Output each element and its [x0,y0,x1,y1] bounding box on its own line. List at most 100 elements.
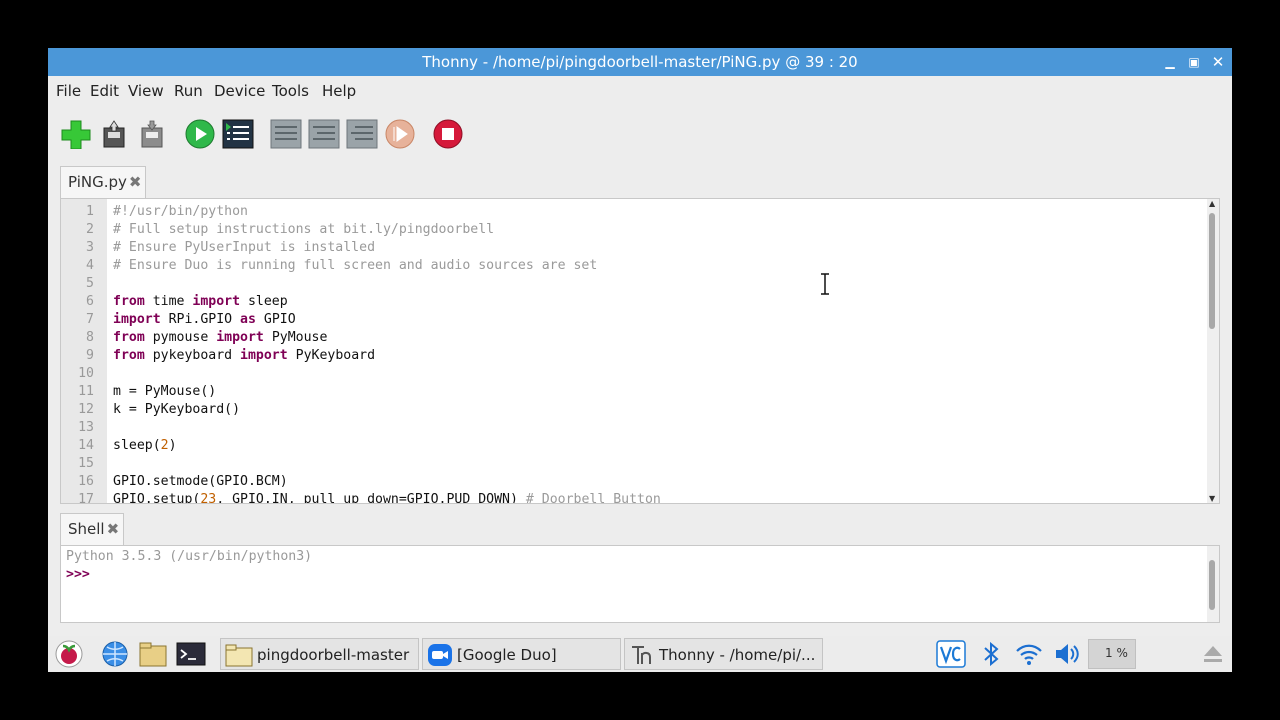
code-line[interactable]: # Ensure Duo is running full screen and … [113,257,597,275]
close-tab-icon[interactable]: ✖ [129,173,142,191]
code-text: GPIO.setup( [113,492,201,504]
save-file-icon[interactable] [136,119,168,149]
run-icon[interactable] [184,119,216,149]
code-keyword: import [192,294,241,309]
folder-icon [225,644,253,667]
code-line[interactable]: from time import sleep [113,293,288,311]
menu-bar: File Edit View Run Device Tools Help [48,76,1232,106]
line-number: 13 [78,420,94,435]
code-text: RPi.GPIO [160,312,241,327]
new-file-icon[interactable] [60,119,92,149]
shell-scrollbar[interactable] [1207,546,1219,622]
scroll-up-icon[interactable]: ▲ [1209,199,1215,208]
line-number: 2 [86,222,94,237]
code-comment: # Ensure Duo is running full screen and … [113,258,598,273]
code-line[interactable]: #!/usr/bin/python [113,203,248,221]
step-into-icon[interactable] [308,119,340,149]
code-keyword: import [113,312,161,327]
editor-scroll-thumb[interactable] [1209,213,1215,329]
code-editor[interactable]: 1 2 3 4 5 6 7 8 9 10 11 12 13 14 15 16 17 #!/usr/bin/pyt… [60,198,1220,504]
line-number: 1 [86,204,94,219]
code-comment: # Full setup instructions at bit.ly/ping… [113,222,495,237]
line-number: 15 [78,456,94,471]
step-out-icon[interactable] [346,119,378,149]
code-text: , GPIO.IN, pull_up_down=GPIO.PUD_DOWN) [216,492,526,504]
menu-tools[interactable]: Tools [272,82,309,100]
code-number: 2 [160,438,169,453]
code-keyword: from [113,348,145,363]
bluetooth-icon[interactable] [976,640,1006,668]
thonny-window: Thonny - /home/pi/pingdoorbell-master/Pi… [48,48,1232,636]
taskbar-window-label: Thonny - /home/pi/... [659,646,816,664]
stop-icon[interactable] [432,119,464,149]
code-line[interactable]: GPIO.setmode(GPIO.BCM) [113,473,288,491]
code-keyword: from [113,330,145,345]
resume-icon[interactable] [384,119,416,149]
raspberry-menu-icon[interactable] [54,640,84,668]
code-line[interactable]: import RPi.GPIO as GPIO [113,311,296,329]
code-comment: #!/usr/bin/python [113,204,248,219]
line-number: 14 [78,438,94,453]
cpu-monitor-icon[interactable]: 1 % [1088,639,1136,669]
step-over-icon[interactable] [270,119,302,149]
code-line[interactable]: sleep(2) [113,437,177,455]
menu-run[interactable]: Run [174,82,203,100]
file-manager-icon[interactable] [138,640,168,668]
code-text: ) [168,438,177,453]
code-line[interactable]: k = PyKeyboard() [113,401,240,419]
line-number: 16 [78,474,94,489]
code-line[interactable]: m = PyMouse() [113,383,216,401]
title-bar[interactable]: Thonny - /home/pi/pingdoorbell-master/Pi… [48,48,1232,76]
code-text: PyKeyboard [287,348,376,363]
duo-icon [428,644,452,666]
maximize-icon[interactable]: ▣ [1184,48,1204,76]
code-line[interactable]: from pykeyboard import PyKeyboard [113,347,375,365]
open-file-icon[interactable] [98,119,130,149]
code-line[interactable]: from pymouse import PyMouse [113,329,327,347]
tab-ping-py[interactable]: PiNG.py ✖ [60,166,146,198]
taskbar-window-pingdoorbell[interactable]: pingdoorbell-master [220,638,419,670]
eject-icon[interactable] [1198,640,1228,668]
scroll-down-icon[interactable]: ▼ [1209,494,1215,503]
web-browser-icon[interactable] [100,640,130,668]
volume-icon[interactable] [1052,640,1082,668]
wifi-icon[interactable] [1014,640,1044,668]
shell-tab-label: Shell [68,520,105,538]
close-shell-icon[interactable]: ✖ [107,520,120,538]
editor-scrollbar[interactable]: ▲ ▼ [1207,199,1219,503]
line-number: 5 [86,276,94,291]
vnc-icon[interactable] [936,640,966,668]
code-text: pykeyboard [144,348,241,363]
code-keyword: import [216,330,264,345]
toolbar [48,108,1232,160]
menu-help[interactable]: Help [322,82,356,100]
shell-prompt[interactable]: >>> [66,566,90,584]
line-number: 10 [78,366,94,381]
code-line[interactable]: GPIO.setup(23, GPIO.IN, pull_up_down=GPI… [113,491,661,504]
code-number: 23 [200,492,217,504]
code-text: GPIO.setmode(GPIO.BCM) [113,474,288,489]
minimize-icon[interactable]: ▁ [1160,48,1180,76]
taskbar: pingdoorbell-master [Google Duo] Thonny … [48,636,1232,672]
tab-shell[interactable]: Shell ✖ [60,513,124,545]
taskbar-window-thonny[interactable]: Thonny - /home/pi/... [624,638,823,670]
menu-edit[interactable]: Edit [90,82,119,100]
line-number: 7 [86,312,94,327]
close-icon[interactable]: ✕ [1208,48,1228,76]
menu-view[interactable]: View [128,82,164,100]
code-text: PyMouse [263,330,328,345]
code-line[interactable]: # Full setup instructions at bit.ly/ping… [113,221,494,239]
menu-file[interactable]: File [56,82,81,100]
terminal-icon[interactable] [176,640,206,668]
code-line[interactable]: # Ensure PyUserInput is installed [113,239,375,257]
line-number: 8 [86,330,94,345]
taskbar-window-duo[interactable]: [Google Duo] [422,638,621,670]
shell-panel[interactable]: Python 3.5.3 (/usr/bin/python3) >>> [60,545,1220,623]
line-number: 4 [86,258,94,273]
menu-device[interactable]: Device [214,82,265,100]
code-text: m = PyMouse() [113,384,217,399]
line-number: 9 [86,348,94,363]
line-number-gutter: 1 2 3 4 5 6 7 8 9 10 11 12 13 14 15 16 17 [61,199,107,503]
debug-icon[interactable] [222,119,254,149]
shell-scroll-thumb[interactable] [1209,560,1215,610]
